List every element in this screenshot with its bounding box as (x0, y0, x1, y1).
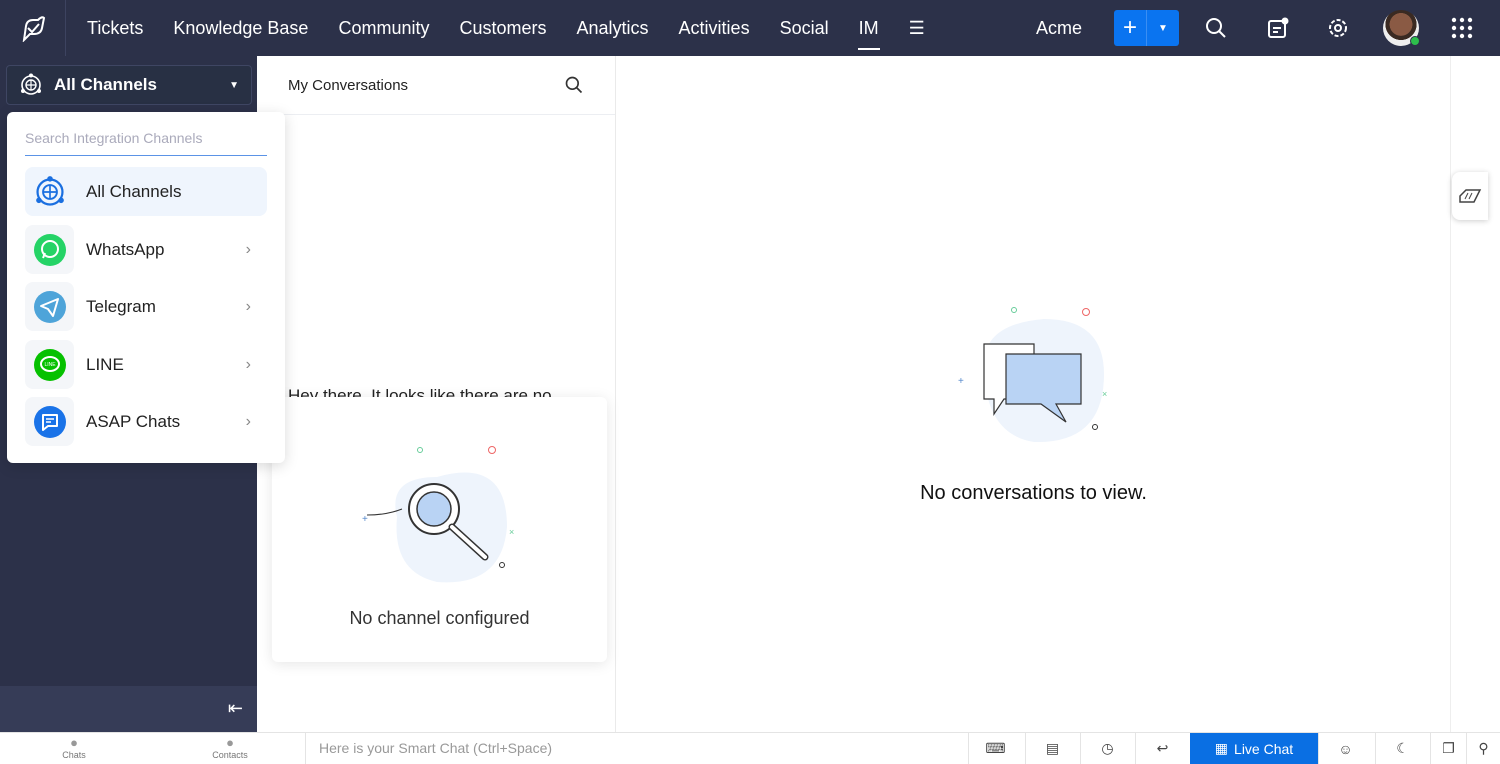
nav-im[interactable]: IM (844, 0, 894, 56)
org-name[interactable]: Acme (1036, 0, 1082, 56)
chevron-right-icon: › (245, 297, 251, 315)
search-icon[interactable] (1204, 16, 1228, 40)
channel-selector-label: All Channels (54, 75, 157, 94)
nav-activities[interactable]: Activities (664, 0, 765, 56)
contacts-tab[interactable]: ● Contacts (200, 735, 260, 760)
notes-check-icon[interactable]: ▤ (1025, 733, 1079, 764)
avatar[interactable] (1383, 10, 1420, 46)
channel-label: ASAP Chats (86, 411, 181, 431)
channel-selector[interactable]: All Channels ▼ (6, 65, 252, 105)
channel-item-telegram[interactable]: Telegram › (25, 282, 267, 331)
live-chat-label: Live Chat (1234, 740, 1294, 757)
nav-knowledge-base[interactable]: Knowledge Base (158, 0, 323, 56)
svg-text:+: + (362, 514, 368, 525)
sign-in-icon[interactable]: ↩ (1135, 733, 1189, 764)
notes-icon[interactable] (1266, 16, 1290, 40)
person-icon: ● (226, 735, 234, 750)
top-navbar: Tickets Knowledge Base Community Custome… (0, 0, 1500, 56)
chevron-right-icon: › (245, 355, 251, 373)
smart-chat-input[interactable]: Here is your Smart Chat (Ctrl+Space) (305, 733, 552, 764)
chats-label: Chats (62, 750, 86, 760)
svg-text:LINE: LINE (44, 362, 56, 368)
nav-customers[interactable]: Customers (444, 0, 561, 56)
no-channel-card: + × No channel configured (272, 397, 607, 662)
contacts-label: Contacts (212, 750, 248, 760)
live-chat-button[interactable]: ▦ Live Chat (1190, 733, 1318, 764)
empty-conversations-text: No conversations to view. (920, 482, 1147, 504)
moon-icon[interactable]: ☾ (1375, 733, 1429, 764)
line-icon: LINE (33, 348, 66, 381)
channel-dropdown: Search Integration Channels All Channels… (7, 112, 285, 463)
channel-item-asap-chats[interactable]: ASAP Chats › (25, 397, 267, 446)
chevron-right-icon: › (245, 240, 251, 258)
ticket-shortcut-button[interactable] (1452, 172, 1488, 220)
search-icon[interactable]: ⚲ (1466, 733, 1500, 764)
desk-logo-icon (22, 16, 45, 42)
channel-label: Telegram (86, 296, 156, 316)
magnifier-illustration-icon: +× (362, 446, 514, 583)
nav-tickets[interactable]: Tickets (72, 0, 158, 56)
channel-label: All Channels (86, 181, 182, 201)
keyboard-icon[interactable]: ⌨ (968, 733, 1022, 764)
copy-icon[interactable]: ❐ (1430, 733, 1466, 764)
channel-item-line[interactable]: LINE LINE › (25, 340, 267, 389)
search-icon[interactable] (564, 75, 584, 95)
globe-icon (21, 73, 41, 95)
search-channels-input[interactable]: Search Integration Channels (25, 126, 267, 156)
ticket-icon (1459, 189, 1482, 203)
chat-bubbles-illustration-icon: +× (958, 307, 1107, 443)
nav-social[interactable]: Social (765, 0, 844, 56)
apps-grid-icon[interactable] (1450, 16, 1474, 40)
whatsapp-icon (33, 233, 66, 266)
collapse-sidebar-button[interactable]: ⇤ (0, 686, 257, 732)
chevron-down-icon: ▼ (229, 79, 239, 91)
no-channel-text: No channel configured (349, 608, 530, 628)
globe-icon (35, 175, 64, 206)
chat-icon: ▦ (1214, 740, 1229, 756)
channel-item-whatsapp[interactable]: WhatsApp › (25, 225, 267, 274)
more-menu-icon[interactable]: ☰ (894, 0, 940, 56)
online-status-dot (1410, 36, 1420, 46)
chats-tab[interactable]: ● Chats (44, 735, 104, 760)
panel-title: My Conversations (288, 76, 409, 94)
add-button[interactable]: + ▼ (1114, 10, 1179, 46)
nav-analytics[interactable]: Analytics (562, 0, 664, 56)
chevron-down-icon[interactable]: ▼ (1147, 10, 1179, 46)
chat-bubble-icon: ● (70, 735, 78, 750)
chat-icon (33, 405, 66, 438)
svg-text:×: × (509, 527, 514, 537)
gear-icon[interactable] (1326, 16, 1350, 40)
svg-text:+: + (958, 376, 964, 387)
channel-label: WhatsApp (86, 239, 165, 259)
channel-item-all-channels[interactable]: All Channels (25, 167, 267, 216)
clock-icon[interactable]: ◷ (1080, 733, 1134, 764)
telegram-icon (33, 290, 66, 323)
chevron-right-icon: › (245, 412, 251, 430)
bottom-bar: ● Chats ● Contacts Here is your Smart Chat… (0, 732, 1500, 764)
right-panel-edge (1450, 56, 1500, 732)
app-logo[interactable] (0, 0, 66, 56)
channel-label: LINE (86, 354, 124, 374)
accessibility-icon[interactable]: ☺ (1318, 733, 1372, 764)
svg-text:×: × (1102, 389, 1107, 399)
nav-community[interactable]: Community (323, 0, 444, 56)
plus-icon[interactable]: + (1114, 10, 1147, 46)
conversation-view: + × No conversations to view. (616, 56, 1451, 732)
